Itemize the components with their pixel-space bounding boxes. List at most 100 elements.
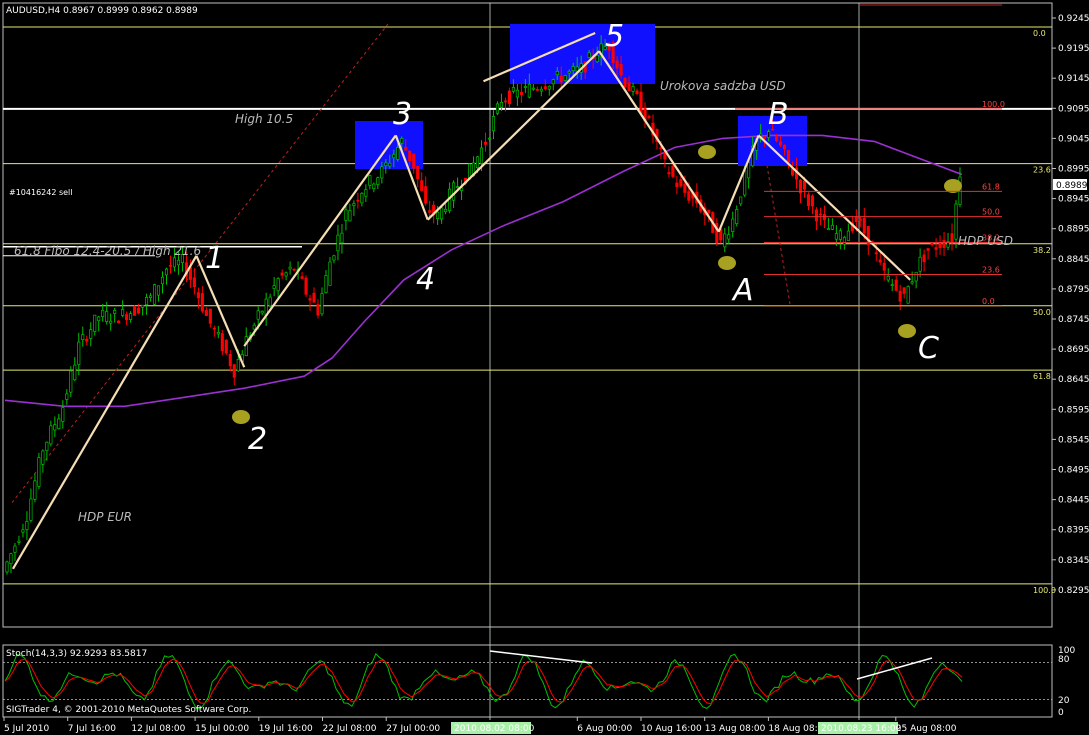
candle-body [129,313,133,320]
candle-body [444,208,448,213]
candle-body [424,186,428,204]
candle-body [631,86,635,92]
annotation-order: #10416242 sell [9,188,73,197]
candle-body [918,256,922,272]
candle-body [910,281,914,284]
candle-body [328,261,332,286]
candle-body [539,88,543,92]
candle-body [336,234,340,252]
candle-body [731,218,735,232]
candle-body [133,306,137,316]
price-tick-label: 0.8595 [1058,405,1089,415]
candle-body [767,131,771,138]
stochastic-divergence-1 [489,650,593,664]
candle-body [834,233,838,240]
candle-body [675,182,679,187]
candle-body [456,186,460,188]
candle-body [894,279,898,291]
candle-body [400,138,404,144]
stochastic-divergence-2 [856,657,933,680]
candle-body [878,259,882,263]
candle-body [216,332,220,335]
footer-copyright: SIGTrader 4, © 2001-2010 MetaQuotes Soft… [6,705,251,715]
candle-body [256,310,260,320]
time-cursor-lines [489,3,860,720]
price-tick-label: 0.9145 [1058,74,1089,84]
wave-line [757,134,911,281]
candle-body [384,162,388,166]
candle-body [125,314,129,321]
annotation-fibo: 61.8 Fibo 12.4-20.5 / High 21.6 [14,244,201,258]
candle-body [934,247,938,250]
candle-body [73,364,77,381]
candle-body [332,255,336,261]
time-tick-label: 25 Aug 08:00 [896,724,957,734]
candle-body [316,304,320,316]
candle-body [898,290,902,302]
candle-body [854,216,858,223]
candle-body [671,165,675,177]
price-tick-label: 0.8945 [1058,195,1089,205]
candle-body [420,180,424,191]
candle-body [619,63,623,76]
candle-body [479,147,484,164]
candle-body [117,320,121,324]
price-tick-label: 0.9045 [1058,134,1089,144]
fib-level-label: 100.0 [982,100,1005,109]
current-price-label: 0.8989 [1056,181,1088,191]
candle-body [176,259,181,266]
wave-label-a: A [731,273,754,308]
time-axis: 5 Jul 2010 7 Jul 16:00 12 Jul 08:00 15 Jul … [3,717,957,734]
candle-body [571,66,575,71]
candle-body [152,284,157,305]
candle-body [491,116,496,132]
candle-body [288,266,292,270]
price-tick-label: 0.8645 [1058,375,1089,385]
candle-body [595,55,599,63]
price-tick-label: 0.8845 [1058,255,1089,265]
candle-body [810,195,815,207]
candle-body [531,87,535,90]
price-tick-label: 0.9195 [1058,44,1089,54]
annotation-high: High 10.5 [235,112,293,126]
wave-line [243,134,397,347]
price-tick-label: 0.8795 [1058,285,1089,295]
candle-body [615,60,619,69]
candle-body [252,324,256,330]
candle-body [862,217,866,234]
wave-label-5: 5 [605,19,624,54]
time-tick-label: 19 Jul 16:00 [259,724,313,734]
fib-level-label: 50.0 [982,208,1000,217]
candle-body [97,316,101,322]
candle-body [77,341,81,365]
time-tick-label: 22 Jul 08:00 [323,724,377,734]
candle-body [806,194,811,207]
candle-body [228,353,232,367]
candle-body [555,71,559,75]
candle-body [543,86,547,90]
candle-body [348,210,352,222]
pivot-marker [718,256,736,270]
candle-body [906,286,910,304]
time-tick-label: 12 Jul 08:00 [131,724,185,734]
candle-body [260,310,264,314]
candle-body [707,209,711,214]
candle-body [523,86,527,88]
highlight-boxes [355,24,807,169]
price-tick-label: 0.8995 [1058,165,1089,175]
candle-body [204,310,208,316]
price-tick-label: 0.8395 [1058,526,1089,536]
annotation-hdp-usd: HDP USD [958,234,1013,248]
candle-body [61,407,65,422]
candle-body [320,293,324,315]
wave-label-2: 2 [248,422,267,457]
candle-body [196,292,200,299]
candle-body [105,311,109,322]
candle-body [826,228,830,231]
price-chart[interactable]: 0.023.638.250.061.8100.0 100.061.850.038… [0,0,1089,735]
candle-body [21,529,25,533]
candle-body [236,358,240,372]
candle-body [300,276,304,279]
candle-body [727,234,731,240]
candle-body [284,272,288,277]
